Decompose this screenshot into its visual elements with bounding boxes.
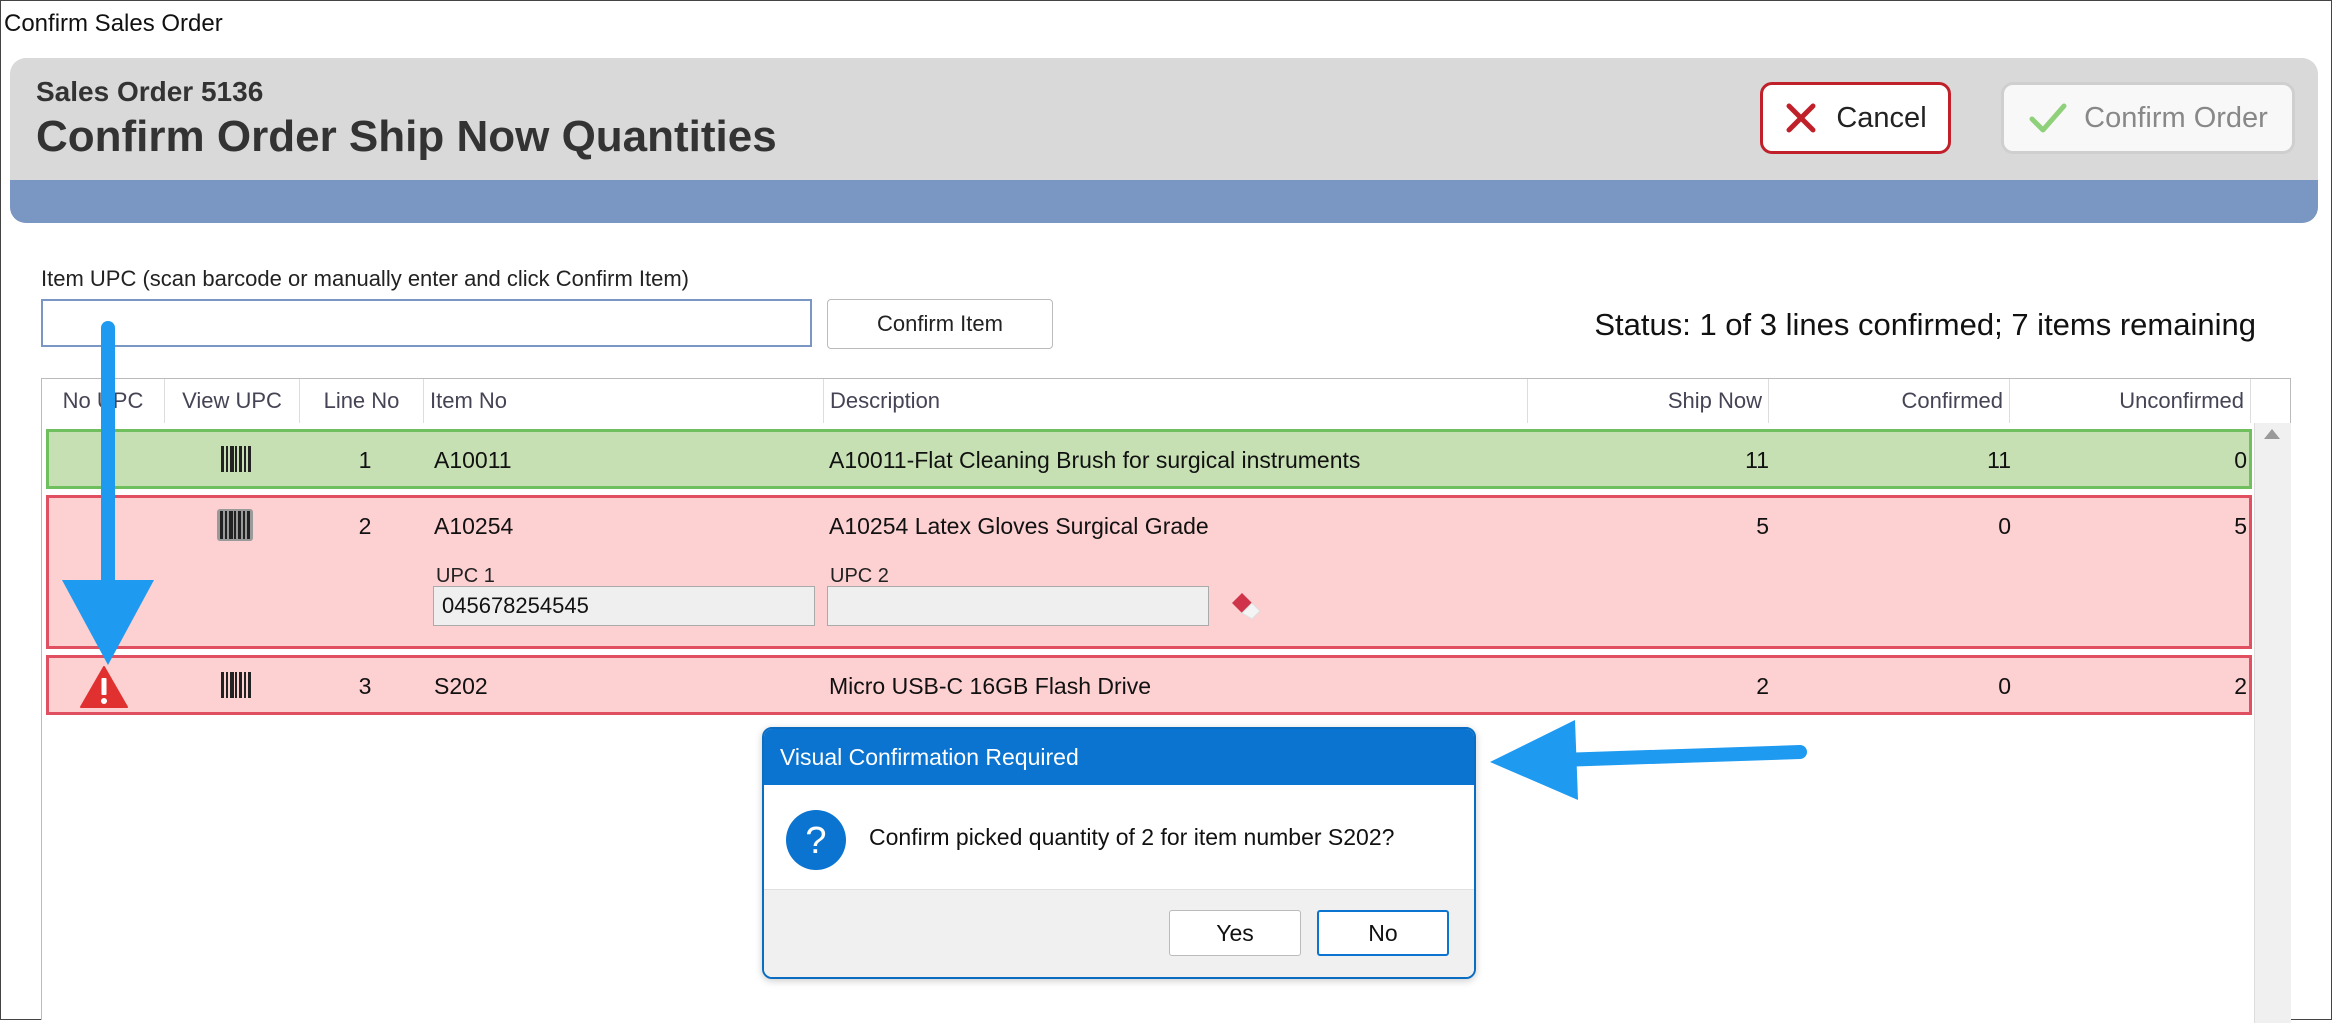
confirmed-cell: 0 (1998, 513, 2011, 539)
sales-order-number: Sales Order 5136 (36, 76, 264, 107)
column-header-unconfirmed[interactable]: Unconfirmed (2010, 379, 2251, 423)
confirm-order-button[interactable]: Confirm Order (2001, 82, 2295, 154)
warning-triangle-icon (80, 666, 128, 708)
header-band (10, 180, 2318, 223)
checkmark-icon (2029, 103, 2067, 133)
question-icon: ? (786, 810, 846, 870)
svg-text:?: ? (805, 820, 826, 862)
header-panel: Sales Order 5136 Confirm Order Ship Now … (10, 58, 2318, 223)
confirm-item-button[interactable]: Confirm Item (827, 299, 1053, 349)
unconfirmed-cell: 5 (2234, 513, 2247, 539)
item-upc-input[interactable] (41, 299, 812, 347)
line-no-cell: 3 (358, 673, 372, 699)
line-no-cell: 2 (358, 513, 372, 539)
description-cell: A10011-Flat Cleaning Brush for surgical … (829, 447, 1361, 473)
ship-now-cell: 11 (1745, 447, 1769, 473)
page-title: Confirm Order Ship Now Quantities (36, 112, 777, 161)
barcode-icon[interactable] (221, 446, 251, 472)
column-header-no-upc[interactable]: No UPC (42, 379, 165, 423)
barcode-icon[interactable] (217, 509, 253, 541)
column-header-description[interactable]: Description (824, 379, 1528, 423)
unconfirmed-cell: 0 (2234, 447, 2247, 473)
dialog-message: Confirm picked quantity of 2 for item nu… (869, 824, 1395, 850)
window-title: Confirm Sales Order (4, 10, 223, 37)
ship-now-cell: 2 (1756, 673, 1769, 699)
column-header-line-no[interactable]: Line No (300, 379, 424, 423)
dialog-title: Visual Confirmation Required (764, 729, 1474, 785)
status-text: Status: 1 of 3 lines confirmed; 7 items … (1594, 307, 2256, 342)
table-row[interactable]: 2 A10254 A10254 Latex Gloves Surgical Gr… (46, 495, 2252, 649)
barcode-icon[interactable] (221, 672, 251, 698)
ship-now-cell: 5 (1756, 513, 1769, 539)
grid-scrollbar[interactable] (2254, 423, 2291, 1023)
confirmed-cell: 0 (1998, 673, 2011, 699)
no-button[interactable]: No (1317, 910, 1449, 956)
scroll-up-icon[interactable] (2264, 429, 2280, 439)
upc2-label: UPC 2 (830, 565, 889, 587)
cancel-button[interactable]: Cancel (1760, 82, 1951, 154)
upc1-input[interactable]: 045678254545 (433, 586, 815, 626)
confirmation-dialog: Visual Confirmation Required ? Confirm p… (762, 727, 1476, 979)
close-x-icon (1786, 103, 1816, 133)
yes-button[interactable]: Yes (1169, 910, 1301, 956)
column-header-view-upc[interactable]: View UPC (165, 379, 300, 423)
description-cell: Micro USB-C 16GB Flash Drive (829, 673, 1152, 699)
item-upc-label: Item UPC (scan barcode or manually enter… (41, 266, 690, 291)
item-no-cell: S202 (434, 673, 488, 699)
confirm-order-label: Confirm Order (2084, 101, 2268, 134)
confirmed-cell: 11 (1987, 447, 2011, 473)
column-header-item-no[interactable]: Item No (424, 379, 824, 423)
table-row[interactable]: 1 A10011 A10011-Flat Cleaning Brush for … (46, 429, 2252, 489)
upc2-input[interactable] (827, 586, 1209, 626)
description-cell: A10254 Latex Gloves Surgical Grade (829, 513, 1209, 539)
item-no-cell: A10254 (434, 513, 514, 539)
column-header-ship-now[interactable]: Ship Now (1528, 379, 1769, 423)
eraser-icon[interactable] (1230, 591, 1266, 621)
item-no-cell: A10011 (434, 447, 512, 473)
unconfirmed-cell: 2 (2234, 673, 2247, 699)
line-no-cell: 1 (358, 447, 372, 473)
upc1-label: UPC 1 (436, 565, 495, 587)
column-header-confirmed[interactable]: Confirmed (1769, 379, 2010, 423)
table-row[interactable]: 3 S202 Micro USB-C 16GB Flash Drive 2 0 … (46, 655, 2252, 715)
cancel-label: Cancel (1836, 101, 1927, 134)
